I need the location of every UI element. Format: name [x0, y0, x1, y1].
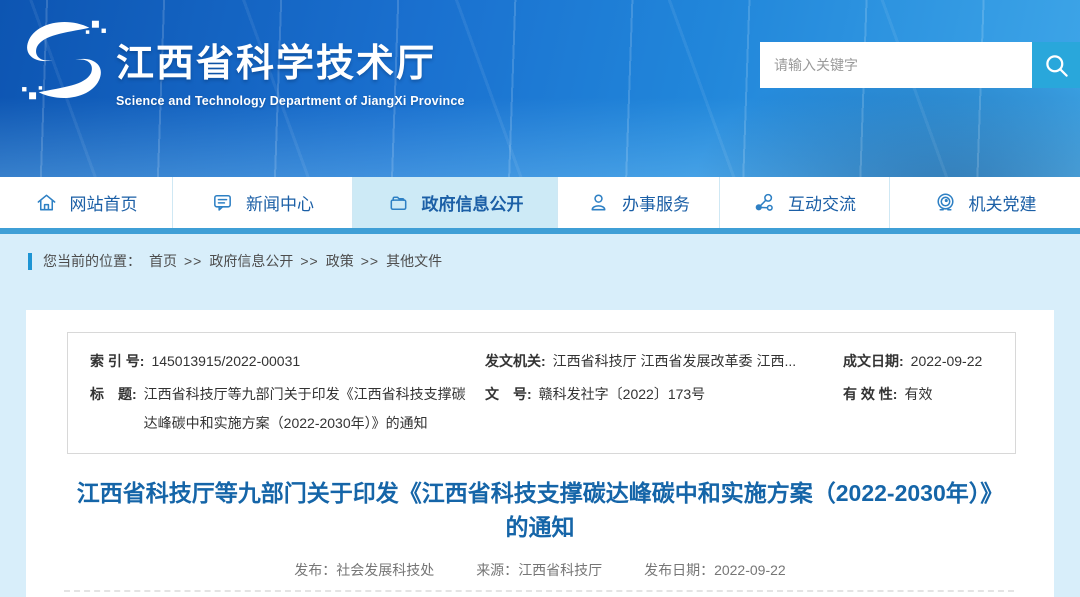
breadcrumb: 您当前的位置： 首页 >> 政府信息公开 >> 政策 >> 其他文件 — [28, 251, 1080, 271]
nav-item-party[interactable]: 机关党建 — [890, 177, 1080, 228]
meta-pub-date-label: 发布日期： — [644, 562, 714, 578]
doc-info-title: 标 题: 江西省科技厅等九部门关于印发《江西省科技支撑碳达峰碳中和实施方案（20… — [68, 380, 485, 438]
doc-info-label: 索 引 号: — [90, 347, 144, 376]
breadcrumb-prefix: 您当前的位置： — [43, 251, 141, 271]
breadcrumb-item-home[interactable]: 首页 — [149, 251, 177, 271]
doc-info-label: 成文日期: — [843, 347, 904, 376]
breadcrumb-item-policy[interactable]: 政策 — [326, 251, 354, 271]
page: 江西省科学技术厅 Science and Technology Departme… — [0, 0, 1080, 597]
doc-info-value: 江西省科技厅等九部门关于印发《江西省科技支撑碳达峰碳中和实施方案（2022-20… — [144, 380, 475, 438]
doc-info-value: 145013915/2022-00031 — [151, 347, 300, 376]
breadcrumb-separator: >> — [361, 253, 379, 269]
logo-swoosh-icon — [16, 14, 112, 106]
doc-info-value: 2022-09-22 — [911, 347, 983, 376]
nav-label: 机关党建 — [969, 190, 1037, 215]
home-icon — [35, 191, 58, 214]
article-title: 江西省科技厅等九部门关于印发《江西省科技支撑碳达峰碳中和实施方案（2022-20… — [66, 476, 1014, 544]
article-meta: 发布：社会发展科技处 来源：江西省科技厅 发布日期：2022-09-22 — [26, 560, 1054, 580]
service-icon — [587, 191, 610, 214]
breadcrumb-item-other-docs[interactable]: 其他文件 — [386, 251, 442, 271]
meta-source-value: 江西省科技厅 — [518, 562, 602, 578]
doc-info-validity: 有 效 性: 有效 — [843, 380, 1015, 438]
party-icon — [934, 191, 957, 214]
meta-source-label: 来源： — [476, 562, 518, 578]
divider-dashed — [64, 590, 1014, 592]
search-bar — [760, 42, 1080, 88]
site-subtitle: Science and Technology Department of Jia… — [116, 94, 465, 108]
doc-info-label: 标 题: — [90, 380, 137, 409]
meta-publisher: 发布：社会发展科技处 — [294, 562, 434, 578]
content-card: 索 引 号: 145013915/2022-00031 发文机关: 江西省科技厅… — [26, 310, 1054, 597]
site-logo[interactable]: 江西省科学技术厅 Science and Technology Departme… — [16, 14, 465, 108]
meta-pub-date: 发布日期：2022-09-22 — [644, 562, 786, 578]
breadcrumb-separator: >> — [184, 253, 202, 269]
nav-item-home[interactable]: 网站首页 — [0, 177, 173, 228]
main-nav: 网站首页 新闻中心 政府信息公开 办事服务 — [0, 177, 1080, 228]
breadcrumb-zone: 您当前的位置： 首页 >> 政府信息公开 >> 政策 >> 其他文件 — [0, 234, 1080, 310]
search-icon — [1043, 52, 1070, 79]
news-icon — [211, 191, 234, 214]
nav-label: 互动交流 — [788, 190, 856, 215]
doc-info-issuer: 发文机关: 江西省科技厅 江西省发展改革委 江西... — [485, 347, 843, 376]
nav-item-interaction[interactable]: 互动交流 — [720, 177, 890, 228]
doc-info-table: 索 引 号: 145013915/2022-00031 发文机关: 江西省科技厅… — [67, 332, 1016, 454]
nav-item-gov-info[interactable]: 政府信息公开 — [353, 177, 558, 228]
interact-icon — [753, 191, 776, 214]
meta-publisher-value: 社会发展科技处 — [336, 562, 434, 578]
nav-item-services[interactable]: 办事服务 — [558, 177, 720, 228]
doc-info-value: 赣科发社字〔2022〕173号 — [539, 380, 706, 409]
doc-info-value: 江西省科技厅 江西省发展改革委 江西... — [553, 347, 796, 376]
doc-info-index: 索 引 号: 145013915/2022-00031 — [68, 347, 485, 376]
meta-source: 来源：江西省科技厅 — [476, 562, 602, 578]
search-input[interactable] — [760, 42, 1032, 88]
site-title: 江西省科学技术厅 — [116, 32, 465, 87]
nav-label: 政府信息公开 — [422, 190, 524, 215]
search-button[interactable] — [1032, 42, 1080, 88]
site-header: 江西省科学技术厅 Science and Technology Departme… — [0, 0, 1080, 177]
breadcrumb-item-gov-info[interactable]: 政府信息公开 — [209, 251, 293, 271]
nav-item-news[interactable]: 新闻中心 — [173, 177, 353, 228]
doc-info-label: 有 效 性: — [843, 380, 897, 409]
breadcrumb-separator: >> — [300, 253, 318, 269]
nav-label: 网站首页 — [70, 190, 138, 215]
meta-pub-date-value: 2022-09-22 — [714, 562, 786, 578]
nav-label: 办事服务 — [622, 190, 690, 215]
nav-label: 新闻中心 — [246, 190, 314, 215]
doc-info-number: 文 号: 赣科发社字〔2022〕173号 — [485, 380, 843, 438]
breadcrumb-accent-bar — [28, 253, 32, 270]
doc-info-label: 发文机关: — [485, 347, 546, 376]
doc-info-date: 成文日期: 2022-09-22 — [843, 347, 1015, 376]
meta-publisher-label: 发布： — [294, 562, 336, 578]
doc-info-label: 文 号: — [485, 380, 532, 409]
doc-info-value: 有效 — [904, 380, 932, 409]
gov-info-icon — [387, 191, 410, 214]
